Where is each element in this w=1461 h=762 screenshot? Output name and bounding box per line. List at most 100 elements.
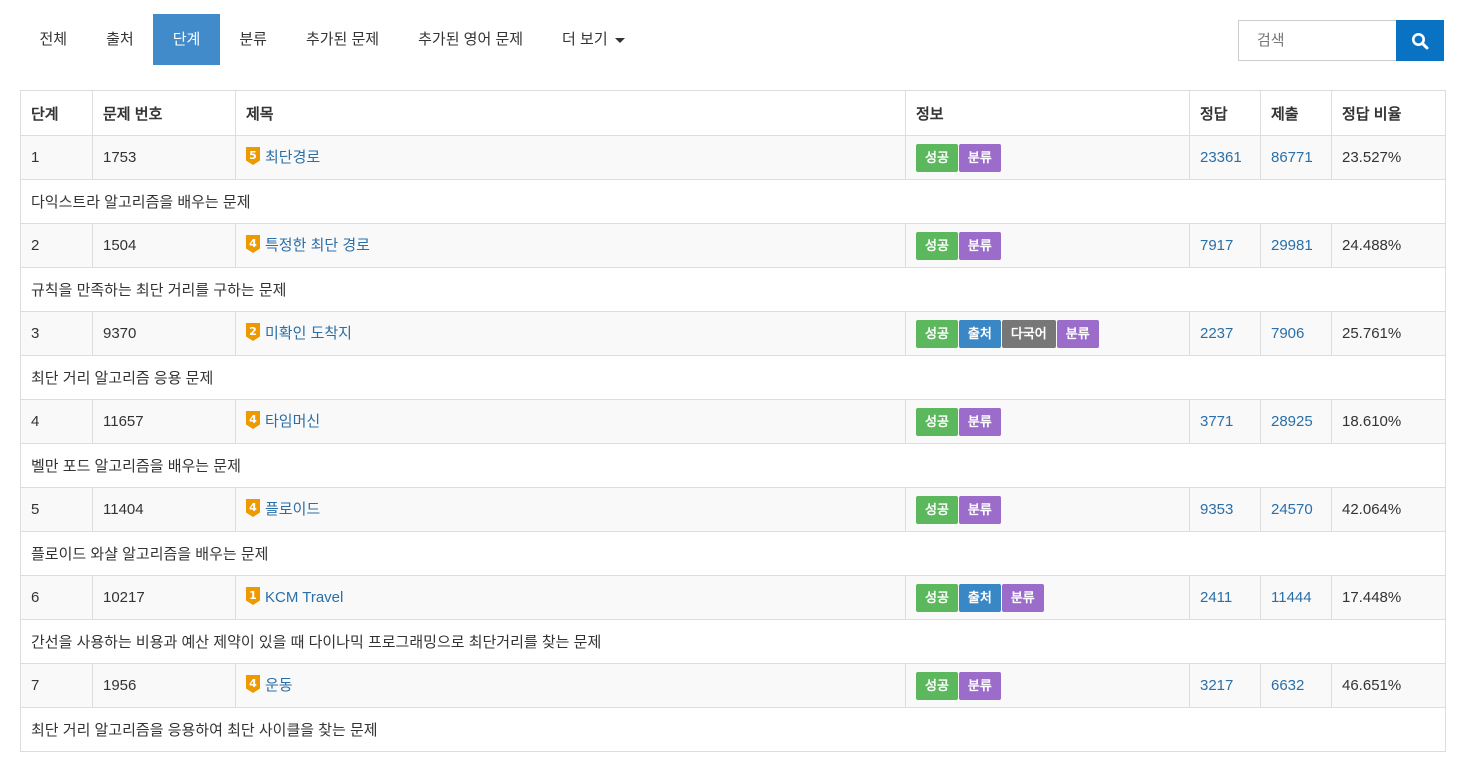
tab-added-english-problems[interactable]: 추가된 영어 문제 <box>399 14 543 65</box>
category-label[interactable]: 분류 <box>958 231 1001 260</box>
solved-label[interactable]: 성공 <box>916 231 958 260</box>
search-button[interactable] <box>1396 20 1444 61</box>
ratio-cell: 46.651% <box>1331 663 1446 708</box>
solved-label[interactable]: 성공 <box>916 143 958 172</box>
category-label[interactable]: 분류 <box>1056 319 1099 348</box>
submit-count-link[interactable]: 6632 <box>1271 677 1304 694</box>
header-step[interactable]: 단계 <box>20 90 93 136</box>
title-cell: 5 최단경로 <box>235 135 906 180</box>
description-row: 최단 거리 알고리즘을 응용하여 최단 사이클을 찾는 문제 <box>20 707 1446 752</box>
problem-id-cell: 11404 <box>92 487 236 532</box>
problem-title-link[interactable]: 운동 <box>265 677 293 694</box>
tab-all[interactable]: 전체 <box>20 14 87 65</box>
tab-category[interactable]: 분류 <box>220 14 287 65</box>
gold-tier-icon: 2 <box>246 323 260 345</box>
svg-text:1: 1 <box>249 589 257 602</box>
solved-label[interactable]: 성공 <box>916 407 958 436</box>
svg-text:5: 5 <box>249 149 257 162</box>
gold-tier-icon: 4 <box>246 499 260 521</box>
tab-added-problems[interactable]: 추가된 문제 <box>286 14 398 65</box>
problem-id-cell: 9370 <box>92 311 236 356</box>
multilingual-label[interactable]: 다국어 <box>1001 319 1056 348</box>
header-ratio[interactable]: 정답 비율 <box>1331 90 1446 136</box>
tab-more-dropdown[interactable]: 더 보기 <box>543 14 645 65</box>
correct-cell: 23361 <box>1189 135 1261 180</box>
title-cell: 2 미확인 도착지 <box>235 311 906 356</box>
tab-more-label: 더 보기 <box>562 31 608 48</box>
table-row: 5 11404 4 플로이드 성공 분류 9353 24570 42.064% <box>20 487 1446 532</box>
svg-text:4: 4 <box>249 501 257 514</box>
category-label[interactable]: 분류 <box>958 407 1001 436</box>
submit-count-link[interactable]: 24570 <box>1271 501 1313 518</box>
header-title[interactable]: 제목 <box>235 90 906 136</box>
problem-id: 1956 <box>103 677 137 694</box>
category-label[interactable]: 분류 <box>958 495 1001 524</box>
problem-title-link[interactable]: 특정한 최단 경로 <box>265 237 370 254</box>
correct-count-link[interactable]: 7917 <box>1200 237 1233 254</box>
step-cell: 1 <box>20 135 93 180</box>
info-cell: 성공 분류 <box>905 399 1190 444</box>
correct-count-link[interactable]: 23361 <box>1200 149 1242 166</box>
gold-tier-icon: 5 <box>246 147 260 169</box>
header-problem-id[interactable]: 문제 번호 <box>92 90 236 136</box>
header-correct[interactable]: 정답 <box>1189 90 1261 136</box>
description-row: 규칙을 만족하는 최단 거리를 구하는 문제 <box>20 267 1446 312</box>
problem-description: 플로이드 와샬 알고리즘을 배우는 문제 <box>20 531 1446 576</box>
submit-count-link[interactable]: 7906 <box>1271 325 1304 342</box>
submit-cell: 24570 <box>1260 487 1332 532</box>
submit-cell: 11444 <box>1260 575 1332 620</box>
correct-count-link[interactable]: 2411 <box>1200 589 1232 606</box>
gold-tier-icon: 4 <box>246 411 260 433</box>
problem-title-link[interactable]: 미확인 도착지 <box>265 325 352 342</box>
source-label[interactable]: 출처 <box>958 583 1001 612</box>
correct-count-link[interactable]: 3217 <box>1200 677 1233 694</box>
submit-count-link[interactable]: 11444 <box>1271 589 1312 606</box>
header-submit[interactable]: 제출 <box>1260 90 1332 136</box>
search-input[interactable] <box>1238 20 1396 61</box>
description-row: 벨만 포드 알고리즘을 배우는 문제 <box>20 443 1446 488</box>
svg-text:4: 4 <box>249 677 257 690</box>
category-label[interactable]: 분류 <box>958 671 1001 700</box>
title-cell: 1 KCM Travel <box>235 575 906 620</box>
problem-title-link[interactable]: 플로이드 <box>265 501 320 518</box>
step-cell: 7 <box>20 663 93 708</box>
problem-title-link[interactable]: 최단경로 <box>265 149 320 166</box>
ratio-cell: 25.761% <box>1331 311 1446 356</box>
submit-count-link[interactable]: 28925 <box>1271 413 1313 430</box>
correct-count-link[interactable]: 2237 <box>1200 325 1233 342</box>
problem-title-link[interactable]: KCM Travel <box>265 589 343 606</box>
description-row: 간선을 사용하는 비용과 예산 제약이 있을 때 다이나믹 프로그래밍으로 최단… <box>20 619 1446 664</box>
submit-count-link[interactable]: 86771 <box>1271 149 1313 166</box>
problem-title-link[interactable]: 타임머신 <box>265 413 320 430</box>
correct-count-link[interactable]: 3771 <box>1200 413 1233 430</box>
tab-source[interactable]: 출처 <box>87 14 154 65</box>
correct-count-link[interactable]: 9353 <box>1200 501 1233 518</box>
problem-id-cell: 1504 <box>92 223 236 268</box>
solved-label[interactable]: 성공 <box>916 583 958 612</box>
description-row: 플로이드 와샬 알고리즘을 배우는 문제 <box>20 531 1446 576</box>
table-row: 6 10217 1 KCM Travel 성공 출처 분류 2411 11444 17.448% <box>20 575 1446 620</box>
ratio-cell: 23.527% <box>1331 135 1446 180</box>
problem-description: 최단 거리 알고리즘을 응용하여 최단 사이클을 찾는 문제 <box>20 707 1446 752</box>
category-label[interactable]: 분류 <box>1001 583 1044 612</box>
step-cell: 3 <box>20 311 93 356</box>
category-label[interactable]: 분류 <box>958 143 1001 172</box>
problem-description: 최단 거리 알고리즘 응용 문제 <box>20 355 1446 400</box>
tab-step[interactable]: 단계 <box>153 14 220 65</box>
gold-tier-icon: 4 <box>246 235 260 257</box>
gold-tier-icon: 4 <box>246 675 260 697</box>
solved-label[interactable]: 성공 <box>916 671 958 700</box>
search-form <box>1238 20 1444 61</box>
description-row: 다익스트라 알고리즘을 배우는 문제 <box>20 179 1446 224</box>
step-cell: 4 <box>20 399 93 444</box>
submit-count-link[interactable]: 29981 <box>1271 237 1313 254</box>
title-cell: 4 타임머신 <box>235 399 906 444</box>
step-cell: 5 <box>20 487 93 532</box>
ratio-cell: 17.448% <box>1331 575 1446 620</box>
table-body: 1 1753 5 최단경로 성공 분류 23361 86771 23.527% 다익스트라 알고리… <box>20 135 1446 752</box>
solved-label[interactable]: 성공 <box>916 495 958 524</box>
table-row: 2 1504 4 특정한 최단 경로 성공 분류 7917 29981 24.488% <box>20 223 1446 268</box>
source-label[interactable]: 출처 <box>958 319 1001 348</box>
submit-cell: 29981 <box>1260 223 1332 268</box>
solved-label[interactable]: 성공 <box>916 319 958 348</box>
